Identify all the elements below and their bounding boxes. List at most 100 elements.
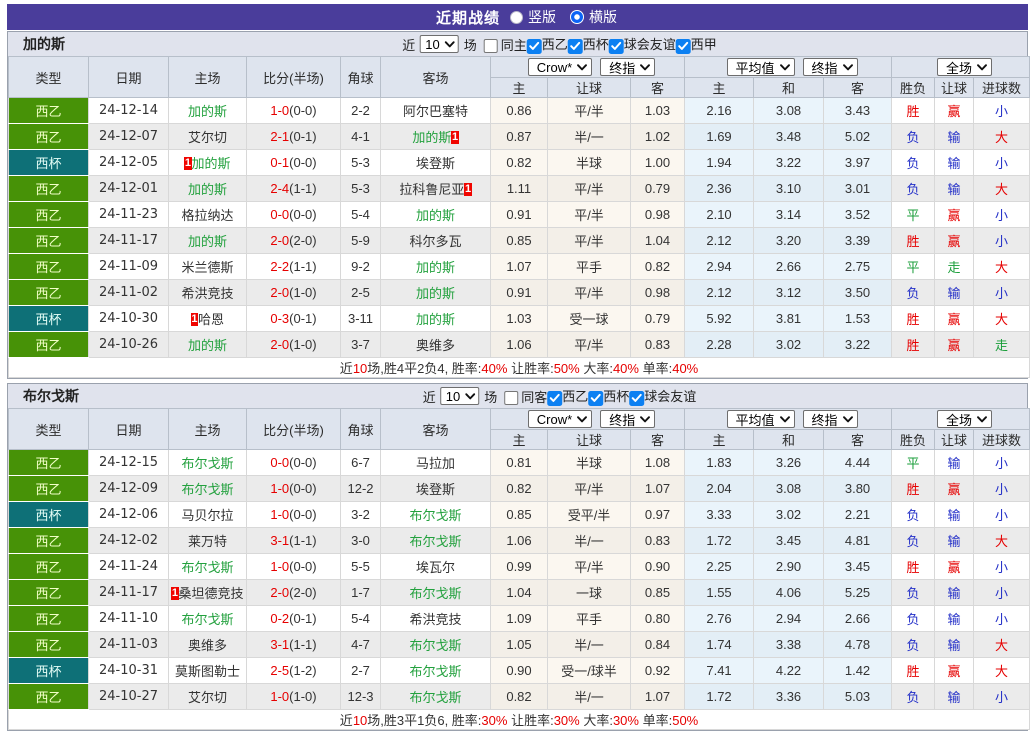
europe-home-odds: 1.55 — [684, 579, 755, 606]
home-team-cell[interactable]: 马贝尔拉 — [168, 501, 247, 528]
home-team-cell[interactable]: 布尔戈斯 — [168, 475, 247, 502]
handicap-away-odds: 1.08 — [629, 449, 686, 476]
away-team-cell[interactable]: 加的斯 — [380, 279, 491, 306]
home-team-cell[interactable]: 奥维多 — [168, 631, 247, 658]
home-team-cell[interactable]: 莫斯图勒士 — [168, 657, 247, 684]
radio-vertical-icon[interactable] — [510, 10, 523, 24]
filter-checkbox-league[interactable]: 西乙 — [547, 386, 588, 406]
away-team-cell[interactable]: 布尔戈斯 — [380, 527, 491, 554]
match-type-cell: 西乙 — [8, 331, 89, 358]
filter-checkbox-friendly[interactable]: 球会友谊 — [629, 386, 696, 406]
filter-checkbox-league[interactable]: 西乙 — [526, 34, 568, 54]
away-team-cell[interactable]: 埃瓦尔 — [380, 553, 491, 580]
home-team-cell[interactable]: 米兰德斯 — [168, 253, 247, 280]
layout-radio-vertical[interactable]: 竖版 — [510, 7, 556, 27]
date-cell: 24-12-15 — [88, 449, 169, 476]
away-team-cell[interactable]: 加的斯1 — [380, 123, 491, 150]
away-team-cell[interactable]: 科尔多瓦 — [380, 227, 491, 254]
away-team-cell[interactable]: 奥维多 — [380, 331, 491, 358]
recent-count-select[interactable]: 10 — [439, 387, 480, 405]
europe-away-odds: 5.25 — [823, 579, 893, 606]
away-team-cell[interactable]: 布尔戈斯 — [380, 631, 491, 658]
home-team-cell[interactable]: 布尔戈斯 — [168, 449, 247, 476]
europe-away-odds: 4.44 — [823, 449, 893, 476]
europe-time-select-value: 终指 — [811, 412, 838, 428]
filter-checkbox-friendly[interactable]: 球会友谊 — [608, 34, 676, 54]
europe-source-select[interactable]: 平均值 — [726, 58, 795, 76]
home-team-cell[interactable]: 加的斯 — [168, 331, 247, 358]
checkbox-checked-icon[interactable] — [547, 390, 563, 406]
home-team-cell[interactable]: 希洪竞技 — [168, 279, 247, 306]
home-team-cell[interactable]: 莱万特 — [168, 527, 247, 554]
away-team-cell[interactable]: 拉科鲁尼亚1 — [380, 175, 491, 202]
handicap-home-odds: 0.87 — [490, 123, 548, 150]
home-team-cell[interactable]: 布尔戈斯 — [168, 605, 247, 632]
away-team-cell[interactable]: 加的斯 — [380, 305, 491, 332]
away-team-cell[interactable]: 加的斯 — [380, 201, 491, 228]
away-team-cell[interactable]: 埃登斯 — [380, 475, 491, 502]
handicap-time-select[interactable]: 终指 — [600, 58, 656, 76]
away-team-cell[interactable]: 希洪竞技 — [380, 605, 491, 632]
handicap-away-odds: 1.03 — [629, 97, 686, 124]
handicap-time-select[interactable]: 终指 — [600, 410, 656, 428]
team-name-text: 阿尔巴塞特 — [402, 104, 468, 119]
filter-checkbox-laliga[interactable]: 西甲 — [675, 34, 717, 54]
home-team-cell[interactable]: 艾尔切 — [168, 683, 247, 710]
home-team-cell[interactable]: 布尔戈斯 — [168, 553, 247, 580]
away-team-cell[interactable]: 加的斯 — [380, 253, 491, 280]
europe-source-select[interactable]: 平均值 — [726, 410, 795, 428]
result-handicap: 走 — [934, 253, 975, 280]
scope-select[interactable]: 全场 — [937, 410, 993, 428]
games-label: 场 — [484, 389, 498, 405]
europe-home-odds: 2.28 — [684, 331, 755, 358]
home-team-cell[interactable]: 1哈恩 — [168, 305, 247, 332]
checkbox-checked-icon[interactable] — [588, 390, 604, 406]
away-team-cell[interactable]: 阿尔巴塞特 — [380, 97, 491, 124]
checkbox-checked-icon[interactable] — [526, 38, 542, 54]
scope-select[interactable]: 全场 — [937, 58, 993, 76]
europe-time-select[interactable]: 终指 — [802, 58, 858, 76]
handicap-home-odds: 0.91 — [490, 279, 548, 306]
handicap-away-odds: 0.90 — [629, 553, 686, 580]
away-team-cell[interactable]: 布尔戈斯 — [380, 657, 491, 684]
checkbox-checked-icon[interactable] — [608, 38, 624, 54]
handicap-source-select[interactable]: Crow* — [527, 58, 593, 76]
checkbox-unchecked-icon[interactable] — [504, 391, 519, 406]
handicap-line: 平/半 — [547, 97, 631, 124]
recent-count-select[interactable]: 10 — [419, 35, 459, 53]
match-type-cell: 西杯 — [8, 305, 89, 332]
recent-label: 近 — [422, 389, 436, 405]
away-team-cell[interactable]: 埃登斯 — [380, 149, 491, 176]
home-team-cell[interactable]: 格拉纳达 — [168, 201, 247, 228]
result-wdl: 负 — [891, 175, 936, 202]
filter-checkbox-cup[interactable]: 西杯 — [588, 386, 629, 406]
away-team-cell[interactable]: 布尔戈斯 — [380, 683, 491, 710]
checkbox-checked-icon[interactable] — [629, 390, 645, 406]
home-team-cell[interactable]: 加的斯 — [168, 227, 247, 254]
home-team-cell[interactable]: 1加的斯 — [168, 149, 247, 176]
checkbox-unchecked-icon[interactable] — [483, 39, 498, 54]
away-team-cell[interactable]: 布尔戈斯 — [380, 501, 491, 528]
layout-radio-horizontal[interactable]: 横版 — [570, 7, 617, 27]
filter-checkbox-same-away[interactable]: 同客 — [502, 387, 547, 406]
filter-checkbox-cup[interactable]: 西杯 — [567, 34, 609, 54]
score-cell: 1-0(0-0) — [246, 501, 341, 528]
home-team-cell[interactable]: 1桑坦德竞技 — [168, 579, 247, 606]
away-team-cell[interactable]: 布尔戈斯 — [380, 579, 491, 606]
away-team-cell[interactable]: 马拉加 — [380, 449, 491, 476]
europe-time-select[interactable]: 终指 — [802, 410, 858, 428]
team-name-text: 奥维多 — [415, 338, 455, 353]
red-card-badge: 1 — [464, 183, 472, 196]
handicap-home-odds: 1.04 — [490, 579, 548, 606]
checkbox-checked-icon[interactable] — [567, 38, 583, 54]
radio-horizontal-icon[interactable] — [570, 10, 584, 24]
match-row: 西乙 24-11-24 布尔戈斯 1-0(0-0) 5-5 埃瓦尔 0.99 平/半 0.90 2… — [8, 553, 1031, 580]
home-team-cell[interactable]: 加的斯 — [168, 175, 247, 202]
home-team-cell[interactable]: 艾尔切 — [168, 123, 247, 150]
europe-away-odds: 1.42 — [823, 657, 893, 684]
home-team-cell[interactable]: 加的斯 — [168, 97, 247, 124]
filter-checkbox-same-home[interactable]: 同主 — [482, 35, 527, 54]
score-cell: 3-1(1-1) — [246, 631, 341, 658]
checkbox-checked-icon[interactable] — [675, 38, 691, 54]
handicap-source-select[interactable]: Crow* — [527, 410, 593, 428]
